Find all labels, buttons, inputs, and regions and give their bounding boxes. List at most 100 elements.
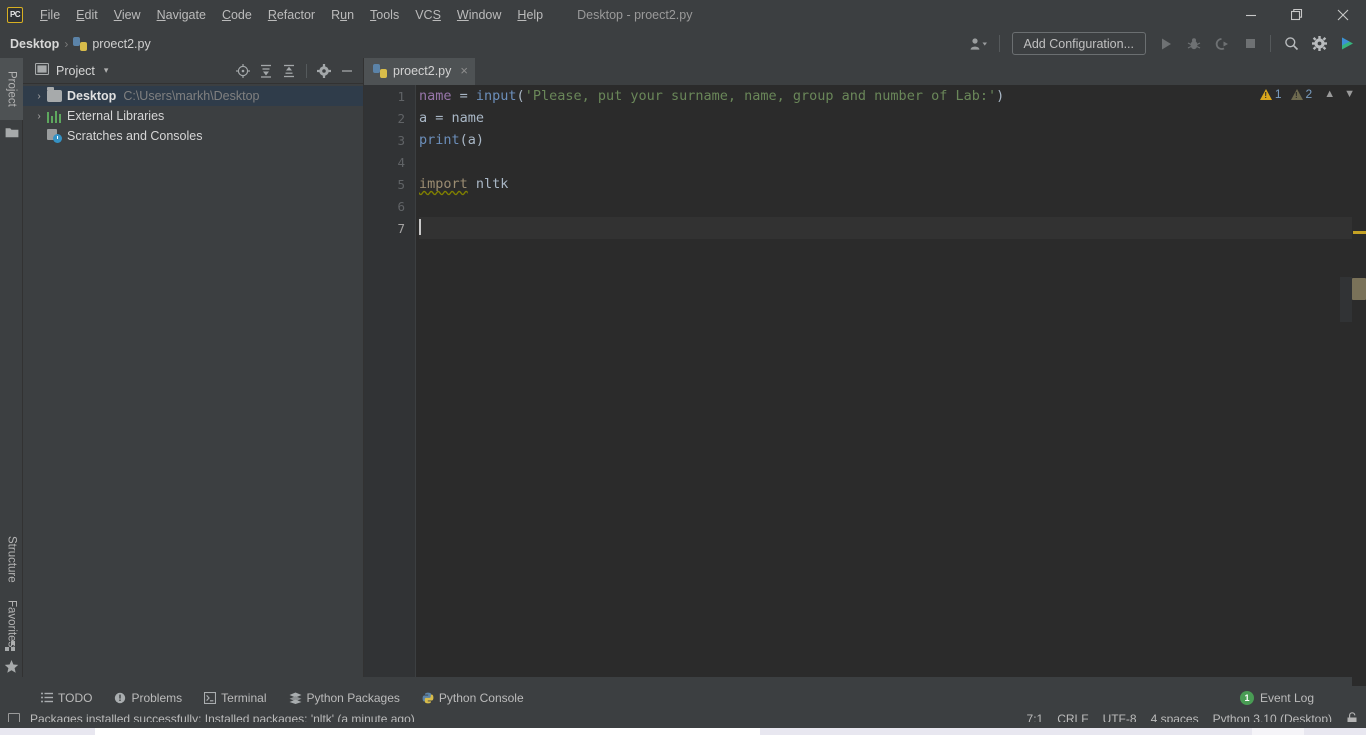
add-configuration-button[interactable]: Add Configuration... [1011,32,1146,55]
main-toolbar: Add Configuration... [966,29,1361,58]
ide-assistant-icon[interactable] [1334,33,1360,55]
menu-item-run[interactable]: Run [323,4,362,26]
rail-tab-label: Project [5,71,18,107]
code-token: 'Please, put your surname, name, group a… [524,88,997,104]
chevron-up-icon[interactable]: ▲ [1321,88,1338,100]
bottom-button-label: TODO [58,690,93,705]
code-token: ) [996,88,1005,104]
event-log-button[interactable]: 1 Event Log [1239,686,1314,709]
code-line[interactable]: import nltk [419,173,1366,195]
project-tool-window: Project ▾ › Desktop C:\Users\markh\Deskt… [23,58,363,677]
menu-item-refactor[interactable]: Refactor [260,4,323,26]
settings-gear-icon[interactable] [314,61,334,81]
code-token: nltk [467,176,509,192]
run-icon[interactable] [1153,33,1179,55]
bottom-button-python-console[interactable]: Python Console [411,686,535,709]
select-opened-file-icon[interactable] [233,61,253,81]
warning-count: 1 [1274,87,1282,101]
python-console-icon [422,692,434,704]
chevron-right-icon[interactable]: › [31,111,47,122]
title-bar: PC File Edit View Navigate Code Refactor Run To… [0,0,1366,29]
inspection-widget[interactable]: 1 2 ▲ ▼ [1259,87,1358,101]
scratches-icon [47,129,62,143]
code-token: import [419,176,468,192]
toolbar-separator [998,35,1000,52]
close-button[interactable] [1320,0,1366,29]
breadcrumb-separator: › [64,36,69,51]
navigation-bar: Desktop › proect2.py Add Configuration..… [0,29,1366,58]
chevron-down-icon[interactable]: ▼ [1341,88,1358,100]
maximize-restore-button[interactable] [1274,0,1320,29]
code-line[interactable]: a = name [419,107,1366,129]
code-token: input [475,88,517,104]
bottom-button-problems[interactable]: Problems [103,686,193,709]
settings-gear-icon[interactable] [1306,33,1332,55]
warning-stripe-marker[interactable] [1353,231,1366,234]
breadcrumb-item-desktop[interactable]: Desktop [10,37,59,51]
code-line[interactable] [419,151,1366,173]
menu-item-vcs[interactable]: VCS [407,4,449,26]
menu-item-view[interactable]: View [106,4,149,26]
line-number: 2 [397,111,405,126]
code-canvas[interactable]: 1 2 3 4 5 6 7 name = input('Please, put your s… [364,85,1366,704]
bottom-button-terminal[interactable]: Terminal [193,686,277,709]
code-token: a [419,110,428,126]
menu-item-tools[interactable]: Tools [362,4,407,26]
stripe-bg-segment [1340,277,1352,322]
editor-tab-proect2[interactable]: proect2.py × [364,58,475,85]
debug-icon[interactable] [1181,33,1207,55]
weak-warning-count-chip[interactable]: 2 [1290,87,1312,101]
search-icon[interactable] [1278,33,1304,55]
menu-item-file[interactable]: File [32,4,68,26]
breadcrumb-item-file[interactable]: proect2.py [73,36,151,51]
star-icon [4,659,19,674]
menu-item-edit[interactable]: Edit [68,4,106,26]
chevron-down-icon[interactable]: ▾ [104,65,109,76]
source-code[interactable]: name = input('Please, put your surname, … [419,85,1366,677]
chevron-right-icon[interactable]: › [31,91,47,102]
code-token: name [419,88,452,104]
code-token: print [419,132,460,148]
menu-item-code[interactable]: Code [214,4,260,26]
user-settings-icon[interactable] [966,33,992,55]
tree-item-label: External Libraries [67,109,165,123]
line-number: 3 [397,133,405,148]
menu-item-help[interactable]: Help [509,4,551,26]
taskbar-active-window [95,728,760,735]
tree-item-label: Desktop [67,89,117,103]
bottom-button-label: Python Console [438,690,524,705]
code-line[interactable]: name = input('Please, put your surname, … [419,85,1366,107]
expand-all-icon[interactable] [256,61,276,81]
tree-item-scratches-and-consoles[interactable]: Scratches and Consoles [23,126,363,146]
windows-taskbar [0,728,1366,735]
code-line[interactable] [419,195,1366,217]
code-line[interactable]: print(a) [419,129,1366,151]
line-number: 6 [397,199,405,214]
rail-tab-structure[interactable]: Structure [0,523,23,595]
editor-gutter[interactable]: 1 2 3 4 5 6 7 [364,85,415,677]
bottom-button-label: Terminal [221,690,267,705]
bottom-button-todo[interactable]: TODO [30,686,103,709]
breadcrumb: Desktop › proect2.py [10,36,151,51]
collapse-all-icon[interactable] [279,61,299,81]
text-caret [419,219,421,235]
project-panel-title: Project [56,63,95,78]
error-stripe-marker-bar[interactable] [1340,112,1366,704]
rail-tab-label: Structure [5,535,18,583]
warning-count-chip[interactable]: 1 [1259,87,1282,101]
code-line[interactable] [419,217,1366,239]
bottom-button-python-packages[interactable]: Python Packages [278,686,411,709]
minimize-button[interactable] [1228,0,1274,29]
code-token: = [427,110,452,126]
menu-item-navigate[interactable]: Navigate [149,4,214,26]
scrollbar-thumb[interactable] [1352,278,1366,300]
stop-icon[interactable] [1237,33,1263,55]
rail-tab-favorites[interactable]: Favorites [0,593,23,655]
rail-tab-project[interactable]: Project [0,58,23,120]
menu-item-window[interactable]: Window [449,4,509,26]
run-coverage-icon[interactable] [1209,33,1235,55]
tree-item-external-libraries[interactable]: › External Libraries [23,106,363,126]
close-icon[interactable]: × [460,63,468,78]
tree-item-desktop[interactable]: › Desktop C:\Users\markh\Desktop [23,86,363,106]
hide-panel-icon[interactable] [337,61,357,81]
